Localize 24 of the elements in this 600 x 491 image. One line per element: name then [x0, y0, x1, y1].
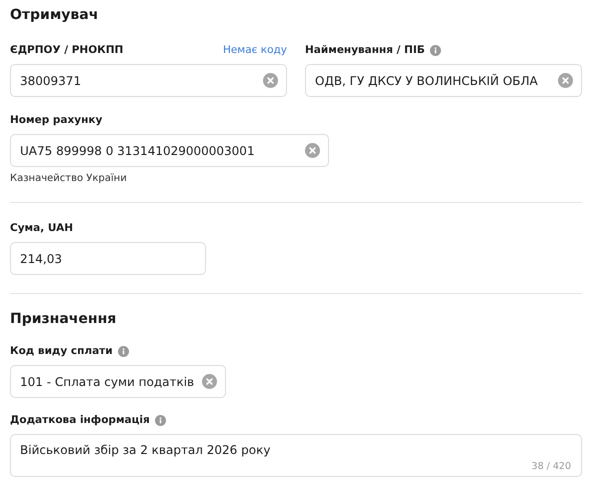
field-label: Сума, UAH [10, 222, 73, 234]
clear-icon[interactable] [305, 143, 320, 158]
clear-icon[interactable] [263, 73, 278, 88]
bank-name: Казначейство України [10, 173, 128, 184]
input-field[interactable]: 38009371 [10, 64, 287, 97]
field-label: ЄДРПОУ / РНОКПП [10, 44, 124, 56]
info-icon[interactable] [118, 346, 129, 356]
character-counter: 38 / 420 [532, 461, 571, 472]
info-icon[interactable] [154, 414, 166, 426]
field-label: Додаткова інформація [10, 414, 150, 426]
section-title: Призначення [10, 310, 118, 329]
info-icon[interactable] [430, 44, 441, 56]
input-field[interactable]: UA75 899998 0 313141029000003001 [10, 134, 329, 167]
field-label: Код виду сплати [10, 345, 113, 357]
clear-icon[interactable] [202, 374, 218, 389]
section-title: Отримувач [10, 6, 100, 25]
select-field[interactable]: 101 - Сплата суми податків [10, 365, 226, 398]
text-area[interactable]: Військовий збір за 2 квартал 2026 року 38 / 420 [10, 434, 582, 477]
field-label: Найменування / ПІБ [305, 44, 425, 56]
input-field[interactable]: 214,03 [10, 242, 206, 275]
input-field[interactable]: ОДВ, ГУ ДКСУ У ВОЛИНСЬКІЙ ОБЛА [305, 64, 582, 97]
no-code-link[interactable]: Немає коду [222, 44, 287, 56]
field-label: Номер рахунку [10, 114, 102, 126]
clear-icon[interactable] [558, 73, 573, 88]
